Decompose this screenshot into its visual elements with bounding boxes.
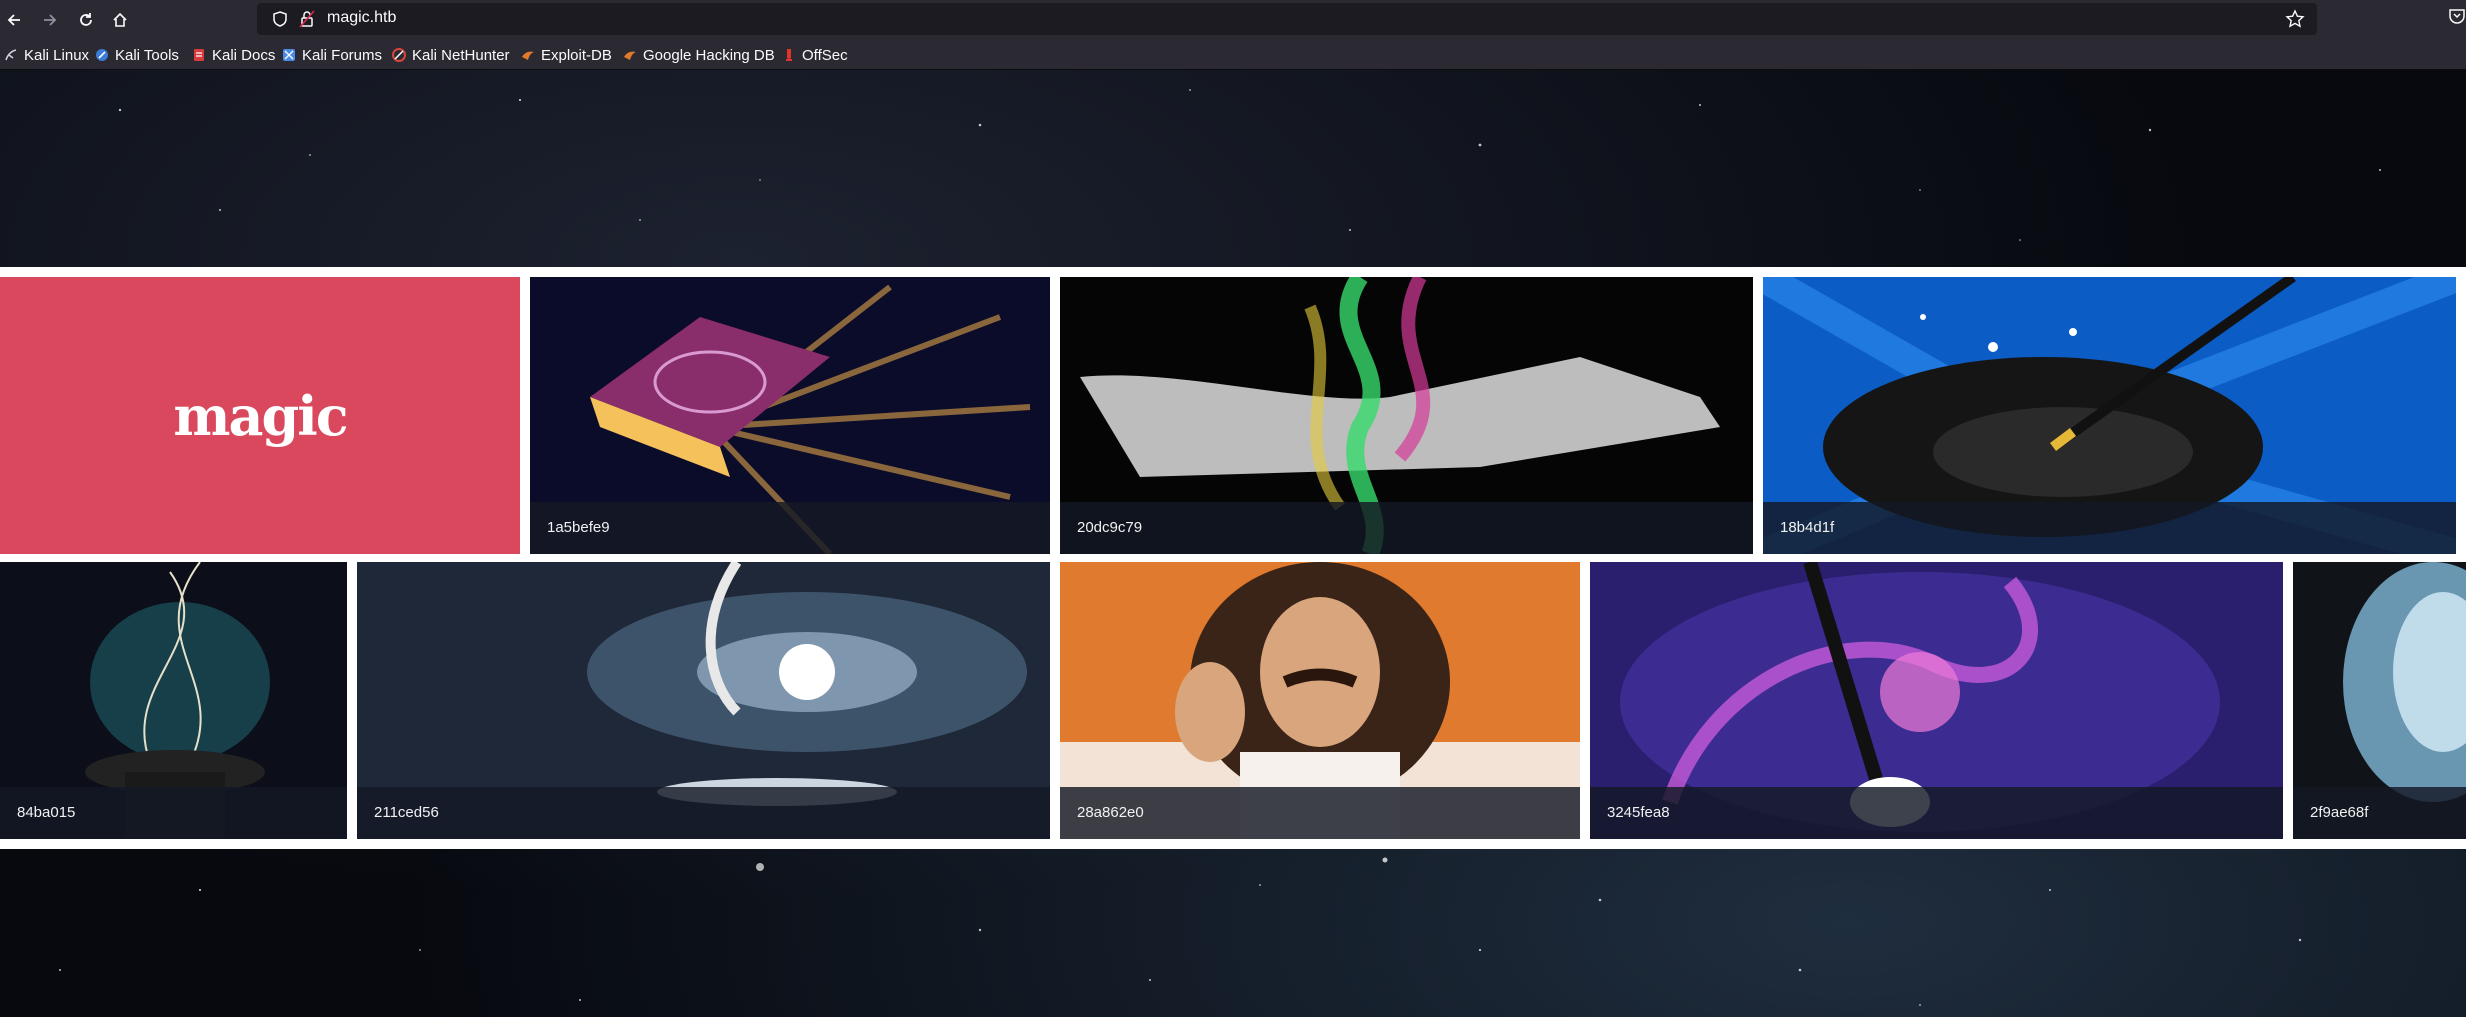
kali-docs-icon: [194, 49, 204, 61]
caption-text: 3245fea8: [1607, 804, 1670, 821]
gallery-tile[interactable]: 28a862e0: [1060, 562, 1580, 839]
insecure-lock-icon[interactable]: [299, 10, 315, 28]
browser-toolbar: magic.htb: [0, 0, 2466, 40]
tracking-shield-icon[interactable]: [271, 10, 289, 28]
caption-text: 18b4d1f: [1780, 519, 1835, 536]
back-button[interactable]: [0, 6, 28, 34]
gallery-row-1: magic 1a5befe9 20dc9c79 18b4d1f: [0, 267, 2466, 557]
forward-button[interactable]: [36, 6, 64, 34]
tile-caption: 28a862e0: [1060, 787, 1580, 839]
exploit-db-icon: [522, 51, 534, 60]
bookmark-label: Kali Linux: [24, 46, 90, 64]
tile-caption: 211ced56: [357, 787, 1050, 839]
back-arrow-icon: [7, 14, 20, 26]
bookmark-label: Google Hacking DB: [643, 46, 775, 64]
tile-caption: 20dc9c79: [1060, 502, 1753, 554]
bookmark-label: OffSec: [802, 46, 848, 64]
offsec-icon: [786, 49, 792, 61]
gallery-row-2: 84ba015 211ced56 28a862e0 3245fea8 2f9ae…: [0, 557, 2466, 849]
tile-caption: 18b4d1f: [1763, 502, 2456, 554]
tile-caption: 3245fea8: [1590, 787, 2283, 839]
bookmark-offsec[interactable]: OffSec: [782, 44, 848, 66]
tile-caption: 84ba015: [0, 787, 347, 839]
bookmark-kali-docs[interactable]: Kali Docs: [192, 44, 275, 66]
gallery-tile[interactable]: 2f9ae68f: [2293, 562, 2466, 839]
logo-tile[interactable]: magic: [0, 277, 520, 554]
ghdb-icon: [624, 51, 636, 60]
gallery-tile[interactable]: 20dc9c79: [1060, 277, 1753, 554]
forward-arrow-icon: [44, 14, 57, 26]
bookmark-star-icon[interactable]: [2285, 9, 2305, 29]
tile-caption: 2f9ae68f: [2293, 787, 2466, 839]
url-text[interactable]: magic.htb: [327, 9, 396, 27]
gallery-tile[interactable]: 84ba015: [0, 562, 347, 839]
bookmark-kali-forums[interactable]: Kali Forums: [282, 44, 382, 66]
nethunter-icon: [392, 48, 406, 62]
kali-dragon-icon: [5, 49, 17, 61]
bookmark-kali-tools[interactable]: Kali Tools: [95, 44, 179, 66]
bookmark-label: Kali Docs: [212, 46, 276, 64]
bookmark-kali-linux[interactable]: Kali Linux: [4, 44, 89, 66]
kali-forums-icon: [283, 49, 295, 61]
caption-text: 2f9ae68f: [2310, 804, 2369, 821]
gallery-tile[interactable]: 18b4d1f: [1763, 277, 2456, 554]
caption-text: 1a5befe9: [547, 519, 610, 536]
home-button[interactable]: [106, 6, 134, 34]
pocket-icon[interactable]: [2448, 6, 2466, 28]
bookmark-kali-nethunter[interactable]: Kali NetHunter: [392, 44, 510, 66]
reload-icon: [80, 13, 92, 26]
bookmark-label: Kali Forums: [302, 46, 383, 64]
bookmarks-toolbar: Kali Linux Kali Tools Kali Docs Kali For…: [0, 40, 2466, 70]
page-content: magic 1a5befe9 20dc9c79 18b4d1f 84ba015 …: [0, 70, 2466, 1017]
reload-button[interactable]: [72, 6, 100, 34]
caption-text: 84ba015: [17, 804, 76, 821]
bookmark-label: Kali NetHunter: [412, 46, 510, 64]
caption-text: 20dc9c79: [1077, 519, 1143, 536]
gallery-tile[interactable]: 1a5befe9: [530, 277, 1050, 554]
bookmark-label: Kali Tools: [115, 46, 179, 64]
caption-text: 28a862e0: [1077, 804, 1144, 821]
tile-caption: 1a5befe9: [530, 502, 1050, 554]
gallery-tile[interactable]: 211ced56: [357, 562, 1050, 839]
kali-tools-icon: [96, 49, 108, 61]
bookmark-label: Exploit-DB: [541, 46, 612, 64]
bookmark-google-hacking-db[interactable]: Google Hacking DB: [623, 44, 775, 66]
caption-text: 211ced56: [374, 804, 439, 821]
home-icon: [113, 12, 127, 27]
address-bar[interactable]: magic.htb: [257, 3, 2317, 35]
site-logo: magic: [173, 383, 348, 448]
bookmark-exploit-db[interactable]: Exploit-DB: [521, 44, 612, 66]
gallery-tile[interactable]: 3245fea8: [1590, 562, 2283, 839]
